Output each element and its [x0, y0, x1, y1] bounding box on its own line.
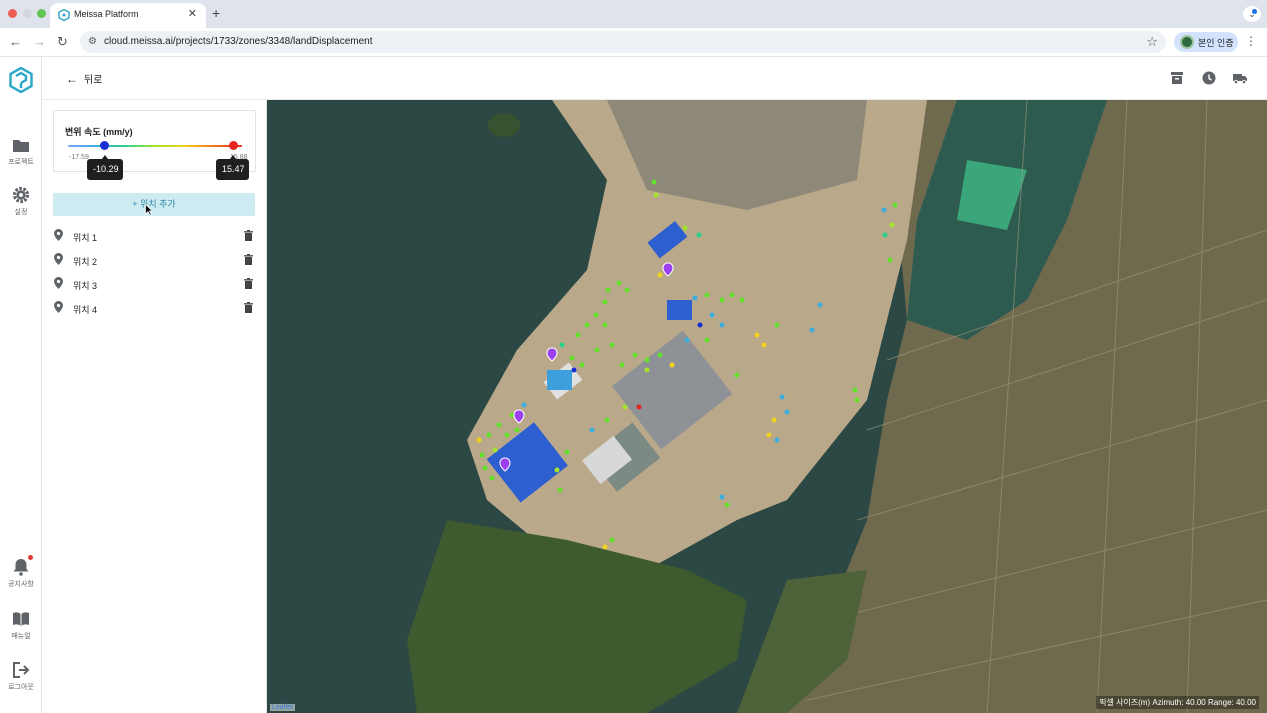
mouse-cursor-icon: [145, 204, 153, 216]
location-label: 위치 3: [73, 281, 98, 291]
side-panel: 변위 속도 (mm/y) -17.59 15.88 -10.29 15.47 +…: [42, 100, 267, 713]
rail-projects-label: 프로젝트: [8, 159, 34, 166]
forward-arrow-icon[interactable]: →: [33, 34, 46, 50]
trash-icon[interactable]: [244, 278, 253, 289]
side-rail: 프로젝트 설정 공지사항 매뉴얼 로그아웃: [0, 57, 42, 713]
trash-icon[interactable]: [244, 254, 253, 265]
back-arrow-icon[interactable]: ←: [9, 34, 22, 50]
map-pin-icon: [54, 301, 63, 313]
range-slider-max-handle[interactable]: [229, 141, 238, 150]
maximize-window-button[interactable]: [37, 9, 46, 18]
new-tab-button[interactable]: +: [212, 5, 220, 21]
rail-notices[interactable]: 공지사항: [0, 555, 42, 589]
map-canvas[interactable]: [267, 100, 1267, 713]
address-bar[interactable]: ⚙ cloud.meissa.ai/projects/1733/zones/33…: [80, 31, 1166, 53]
tab-title: Meissa Platform: [74, 9, 139, 19]
list-item[interactable]: 위치 3: [53, 272, 256, 296]
rail-notices-label: 공지사항: [8, 581, 34, 588]
blue-tank: [547, 370, 572, 390]
rail-manual-label: 매뉴얼: [11, 633, 31, 640]
arrow-left-icon: ←: [66, 71, 78, 86]
folder-icon: [13, 140, 29, 152]
profile-label: 본인 인증: [1198, 38, 1234, 48]
map-pin-icon: [54, 253, 63, 265]
browser-tab[interactable]: Meissa Platform ✕: [50, 3, 206, 28]
rail-settings-label: 설정: [14, 209, 28, 216]
app-root: 프로젝트 설정 공지사항 매뉴얼 로그아웃 ← 뒤로 변위 속도 (mm/y) …: [0, 57, 1267, 713]
legend-min-label: -17.59: [69, 154, 89, 161]
range-slider-min-handle[interactable]: [100, 141, 109, 150]
url-text[interactable]: cloud.meissa.ai/projects/1733/zones/3348…: [104, 36, 373, 47]
location-label: 위치 2: [73, 257, 98, 267]
update-dot: [1252, 9, 1257, 14]
reload-icon[interactable]: ↻: [57, 34, 68, 50]
add-location-button[interactable]: + 위치 추가: [53, 193, 255, 216]
truck-icon[interactable]: [1232, 70, 1248, 86]
min-value-tooltip: -10.29: [87, 155, 123, 180]
gear-icon: [12, 186, 30, 204]
bell-icon: [13, 559, 29, 576]
list-item[interactable]: 위치 2: [53, 248, 256, 272]
rail-logout[interactable]: 로그아웃: [0, 660, 42, 692]
range-slider-track[interactable]: [68, 145, 242, 147]
meissa-logo-icon[interactable]: [8, 67, 34, 93]
notification-dot: [28, 555, 33, 560]
logout-icon: [13, 662, 30, 678]
location-label: 위치 4: [73, 305, 98, 315]
book-icon: [13, 612, 29, 626]
back-button[interactable]: ← 뒤로: [66, 71, 103, 87]
meissa-favicon-icon: [58, 9, 70, 21]
minimize-window-button[interactable]: [23, 9, 32, 18]
browser-toolbar: ← → ↻ ⚙ cloud.meissa.ai/projects/1733/zo…: [0, 28, 1267, 57]
page-header: ← 뒤로: [42, 57, 1267, 100]
blue-roof-building: [667, 300, 692, 320]
back-label: 뒤로: [84, 75, 103, 86]
list-item[interactable]: 위치 1: [53, 224, 256, 248]
archive-icon[interactable]: [1169, 70, 1185, 86]
rail-settings[interactable]: 설정: [0, 185, 42, 217]
legend-title: 변위 속도 (mm/y): [65, 127, 133, 137]
trash-icon[interactable]: [244, 302, 253, 313]
location-label: 위치 1: [73, 233, 98, 243]
map-pin-icon: [54, 229, 63, 241]
satellite-map[interactable]: Leaflet 픽셀 사이즈(m) Azimuth: 40.00 Range: …: [267, 100, 1267, 713]
island: [488, 113, 520, 137]
browser-tabbar: Meissa Platform ✕ + ⌄: [0, 0, 1267, 28]
map-attribution[interactable]: Leaflet: [270, 704, 296, 711]
profile-button[interactable]: 본인 인증: [1174, 32, 1238, 52]
site-settings-icon[interactable]: ⚙: [88, 36, 97, 47]
location-list: 위치 1 위치 2 위치 3 위치 4: [53, 224, 256, 320]
tab-close-icon[interactable]: ✕: [188, 7, 197, 20]
tab-search-button[interactable]: ⌄: [1243, 6, 1261, 22]
rail-projects[interactable]: 프로젝트: [0, 135, 42, 167]
map-info-label: 픽셀 사이즈(m) Azimuth: 40.00 Range: 40.00: [1096, 696, 1259, 709]
bookmark-star-icon[interactable]: ☆: [1146, 34, 1158, 50]
max-value-tooltip: 15.47: [216, 155, 249, 180]
rail-manual[interactable]: 매뉴얼: [0, 609, 42, 641]
rail-logout-label: 로그아웃: [8, 684, 34, 691]
list-item[interactable]: 위치 4: [53, 296, 256, 320]
browser-menu-icon[interactable]: ⋮: [1245, 35, 1257, 47]
trash-icon[interactable]: [244, 230, 253, 241]
map-pin-icon: [54, 277, 63, 289]
close-window-button[interactable]: [8, 9, 17, 18]
avatar: [1180, 35, 1194, 49]
clock-icon[interactable]: [1201, 70, 1217, 86]
